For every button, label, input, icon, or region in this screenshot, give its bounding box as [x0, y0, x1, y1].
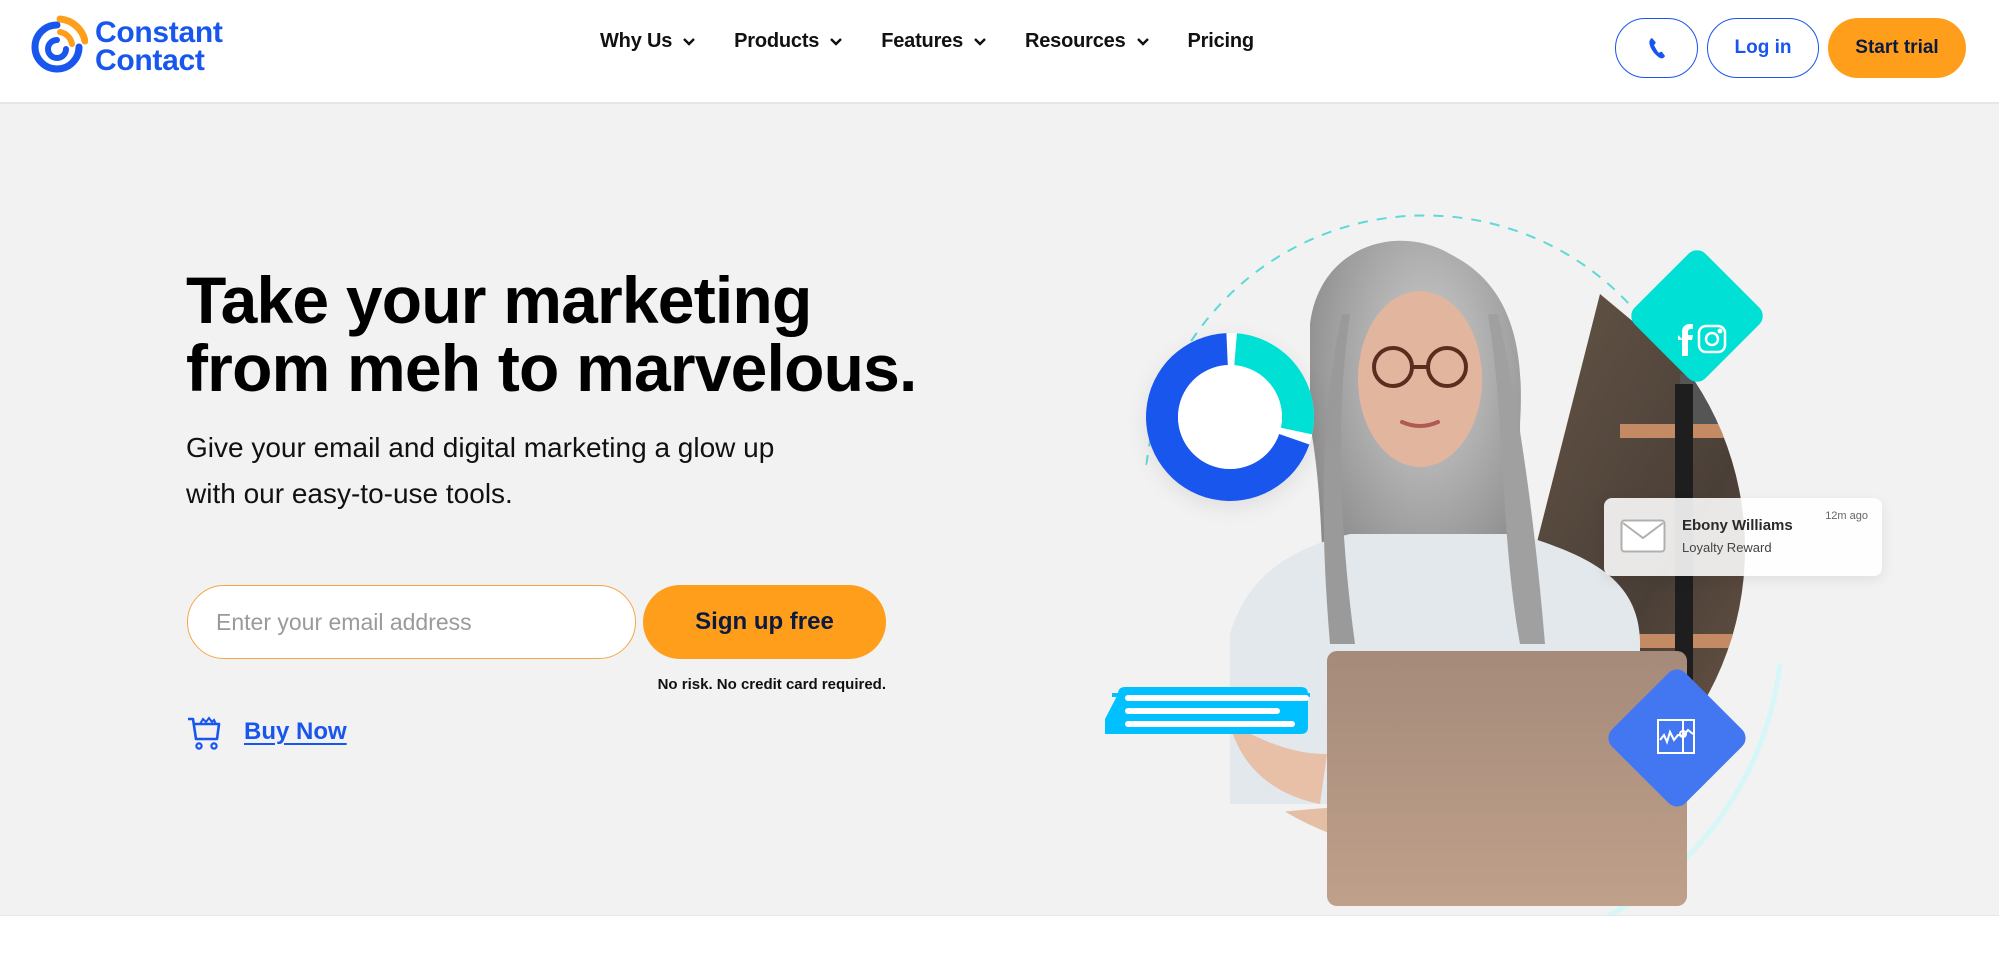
logo-text-line2: Contact — [95, 44, 205, 77]
donut-chart — [1146, 333, 1314, 501]
hero-title-line2: from meh to marvelous. — [186, 331, 917, 405]
email-input[interactable] — [187, 585, 636, 659]
notification-subject: Loyalty Reward — [1682, 540, 1772, 555]
header-actions: Log in Start trial — [1615, 18, 1966, 78]
nav-item-resources[interactable]: Resources — [1025, 30, 1149, 53]
nav-item-label: Products — [734, 30, 820, 52]
hero-title-line1: Take your marketing — [186, 263, 812, 337]
hero-title: Take your marketing from meh to marvelou… — [186, 266, 917, 402]
chat-bubble-icon — [1105, 687, 1310, 734]
next-section — [0, 915, 1999, 955]
phone-button[interactable] — [1615, 18, 1698, 78]
hero-illustration: Ebony Williams Loyalty Reward 12m ago — [1080, 164, 1940, 915]
donut-hole — [1178, 365, 1282, 469]
nav-item-label: Features — [881, 30, 964, 52]
shopping-cart-icon — [188, 716, 221, 750]
nav-item-features[interactable]: Features — [881, 30, 987, 53]
start-trial-button[interactable]: Start trial — [1828, 18, 1966, 78]
notification-time: 12m ago — [1825, 510, 1868, 522]
logo-mark-icon — [31, 15, 88, 73]
hero-subtitle-line1: Give your email and digital marketing a … — [186, 432, 775, 463]
buy-now-label[interactable]: Buy Now — [244, 718, 347, 746]
chevron-down-icon — [1136, 37, 1149, 46]
nav-item-label: Pricing — [1187, 30, 1255, 52]
main-nav: Why Us Products Features Resources Prici… — [600, 30, 1292, 53]
nav-item-label: Resources — [1025, 30, 1126, 52]
laptop — [1327, 651, 1687, 906]
logo-text: Constant Contact — [95, 16, 223, 77]
nav-item-label: Why Us — [600, 30, 673, 52]
chevron-down-icon — [830, 37, 843, 46]
nav-item-why-us[interactable]: Why Us — [600, 30, 696, 53]
logo-text-line1: Constant — [95, 16, 223, 49]
buy-now-link[interactable]: Buy Now — [186, 713, 347, 751]
notification-card: Ebony Williams Loyalty Reward 12m ago — [1604, 498, 1882, 576]
login-button[interactable]: Log in — [1707, 18, 1819, 78]
no-risk-disclaimer: No risk. No credit card required. — [657, 676, 886, 693]
chevron-down-icon — [683, 37, 695, 46]
envelope-icon — [1620, 519, 1666, 553]
notification-sender: Ebony Williams — [1682, 517, 1793, 534]
hero-section: Take your marketing from meh to marvelou… — [0, 104, 1999, 915]
nav-item-pricing[interactable]: Pricing — [1187, 30, 1255, 53]
hero-subtitle-line2: with our easy-to-use tools. — [186, 478, 513, 509]
nav-item-products[interactable]: Products — [734, 30, 843, 53]
chevron-down-icon — [974, 37, 986, 46]
hero-subtitle: Give your email and digital marketing a … — [186, 425, 906, 517]
site-header: Constant Contact Why Us Products Feature… — [0, 0, 1999, 104]
logo[interactable]: Constant Contact — [26, 15, 223, 79]
phone-icon — [1648, 38, 1665, 59]
sign-up-free-button[interactable]: Sign up free — [643, 585, 886, 659]
